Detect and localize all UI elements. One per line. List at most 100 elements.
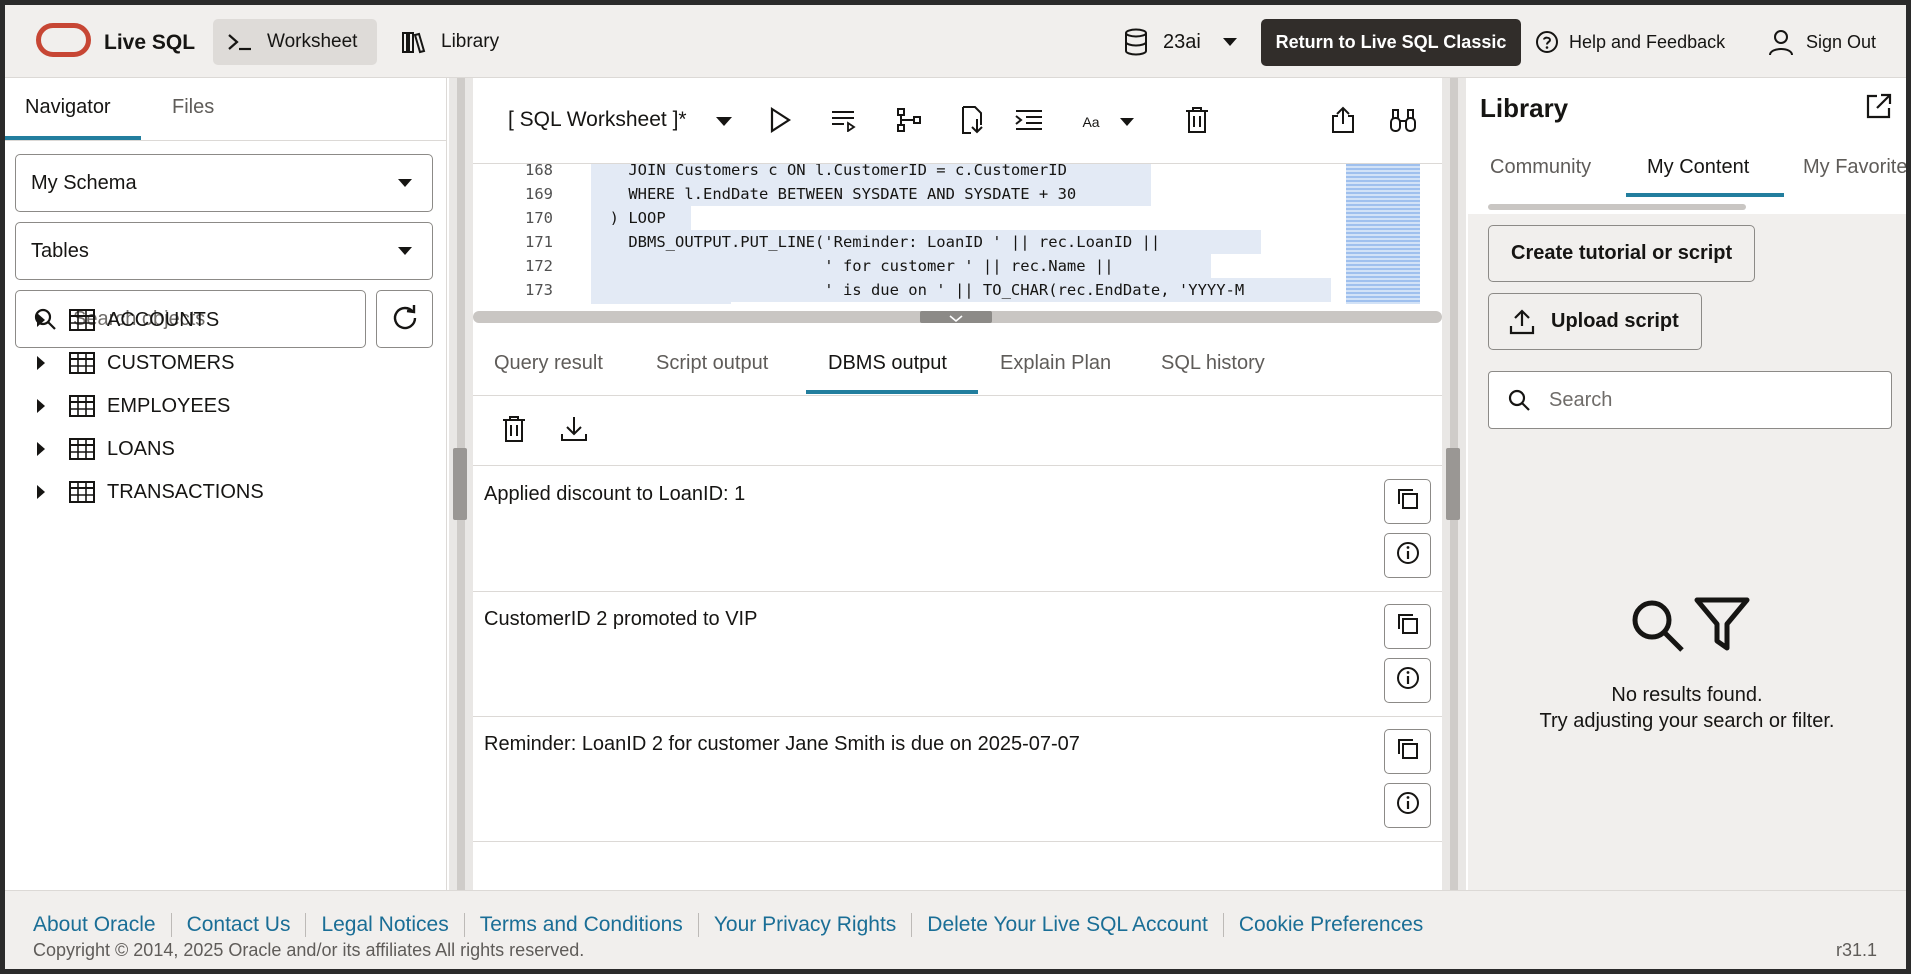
format-code-button[interactable] bbox=[1012, 105, 1046, 139]
output-message[interactable]: CustomerID 2 promoted to VIP bbox=[484, 608, 757, 631]
help-feedback-button[interactable]: Help and Feedback bbox=[1521, 19, 1747, 65]
database-icon bbox=[1123, 28, 1149, 56]
oracle-logo[interactable] bbox=[36, 23, 91, 57]
external-link-icon[interactable] bbox=[1865, 92, 1893, 125]
code-line[interactable]: 169 WHERE l.EndDate BETWEEN SYSDATE AND … bbox=[473, 182, 1433, 206]
tab-files[interactable]: Files bbox=[172, 96, 214, 119]
font-size-button[interactable]: Aa bbox=[1078, 105, 1138, 139]
tree-item-employees[interactable]: EMPLOYEES bbox=[5, 386, 445, 426]
worksheet-title[interactable]: [ SQL Worksheet ]* bbox=[508, 108, 687, 132]
db-version-selector[interactable]: 23ai bbox=[1109, 19, 1251, 65]
output-message[interactable]: Reminder: LoanID 2 for customer Jane Smi… bbox=[484, 733, 1080, 756]
share-button[interactable] bbox=[1326, 105, 1360, 139]
code-line[interactable]: 171 DBMS_OUTPUT.PUT_LINE('Reminder: Loan… bbox=[473, 230, 1433, 254]
code-line[interactable]: 173 ' is due on ' || TO_CHAR(rec.EndDate… bbox=[473, 278, 1433, 302]
tree-item-transactions[interactable]: TRANSACTIONS bbox=[5, 472, 445, 512]
tab-script-output[interactable]: Script output bbox=[656, 352, 768, 375]
navigator-panel: Navigator Files My Schema Tables Search … bbox=[5, 78, 447, 890]
line-number: 170 bbox=[525, 209, 553, 227]
indent-icon bbox=[1014, 108, 1044, 137]
help-feedback-label: Help and Feedback bbox=[1569, 31, 1726, 52]
footer-link-delete-your-live-sql-account[interactable]: Delete Your Live SQL Account bbox=[911, 913, 1223, 937]
splitter-handle[interactable] bbox=[453, 448, 467, 520]
run-script-button[interactable] bbox=[827, 105, 861, 139]
autotrace-button[interactable] bbox=[955, 105, 989, 139]
info-button[interactable] bbox=[1384, 783, 1431, 828]
tab-explain-plan[interactable]: Explain Plan bbox=[1000, 352, 1111, 375]
worksheet-nav-button[interactable]: Worksheet bbox=[213, 19, 377, 65]
code-line[interactable]: 172 ' for customer ' || rec.Name || bbox=[473, 254, 1433, 278]
run-statement-button[interactable] bbox=[763, 105, 797, 139]
code-line[interactable]: 174 END LOOP; bbox=[473, 302, 1433, 304]
library-nav-button[interactable]: Library bbox=[387, 19, 527, 65]
code-line[interactable]: 170 ) LOOP bbox=[473, 206, 1433, 230]
help-icon bbox=[1535, 30, 1559, 54]
brand-name[interactable]: Live SQL bbox=[104, 31, 195, 55]
tab-sql-history[interactable]: SQL history bbox=[1161, 352, 1265, 375]
active-tab-indicator bbox=[806, 390, 978, 394]
info-icon bbox=[1396, 541, 1420, 570]
left-splitter[interactable] bbox=[449, 78, 473, 890]
code-line[interactable]: 168 JOIN Customers c ON l.CustomerID = c… bbox=[473, 164, 1433, 182]
library-search-input[interactable]: Search bbox=[1488, 371, 1892, 429]
expand-caret-icon[interactable] bbox=[37, 442, 45, 456]
chevron-down-icon bbox=[1119, 118, 1134, 126]
footer-link-about-oracle[interactable]: About Oracle bbox=[28, 913, 171, 937]
expand-caret-icon[interactable] bbox=[37, 313, 45, 327]
splitter-handle[interactable] bbox=[1446, 448, 1460, 520]
download-output-button[interactable] bbox=[557, 414, 591, 448]
tab-divider bbox=[5, 140, 447, 141]
output-message[interactable]: Applied discount to LoanID: 1 bbox=[484, 483, 745, 506]
editor-resize-bar[interactable] bbox=[473, 311, 1442, 323]
sql-editor[interactable]: 168 JOIN Customers c ON l.CustomerID = c… bbox=[473, 164, 1433, 304]
copy-button[interactable] bbox=[1384, 729, 1431, 774]
tab-my-favorites[interactable]: My Favorites bbox=[1803, 156, 1906, 179]
copy-button[interactable] bbox=[1384, 479, 1431, 524]
clear-output-button[interactable] bbox=[497, 414, 531, 448]
footer-link-legal-notices[interactable]: Legal Notices bbox=[305, 913, 463, 937]
output-row: CustomerID 2 promoted to VIP bbox=[473, 592, 1442, 717]
tree-item-loans[interactable]: LOANS bbox=[5, 429, 445, 469]
tab-query-result[interactable]: Query result bbox=[494, 352, 603, 375]
upload-script-button[interactable]: Upload script bbox=[1488, 293, 1702, 350]
footer-link-cookie-preferences[interactable]: Cookie Preferences bbox=[1222, 913, 1438, 937]
editor-minimap[interactable] bbox=[1346, 164, 1420, 304]
chevron-down-icon[interactable] bbox=[716, 117, 732, 126]
footer-link-terms-and-conditions[interactable]: Terms and Conditions bbox=[463, 913, 698, 937]
active-tab-indicator bbox=[1626, 193, 1784, 197]
footer-link-contact-us[interactable]: Contact Us bbox=[170, 913, 306, 937]
explain-plan-button[interactable] bbox=[892, 105, 926, 139]
tree-item-customers[interactable]: CUSTOMERS bbox=[5, 343, 445, 383]
tree-item-accounts[interactable]: ACCOUNTS bbox=[5, 300, 445, 340]
right-splitter[interactable] bbox=[1442, 78, 1466, 890]
return-classic-button[interactable]: Return to Live SQL Classic bbox=[1261, 19, 1521, 66]
run-script-icon bbox=[830, 108, 858, 137]
line-number: 172 bbox=[525, 257, 553, 275]
info-button[interactable] bbox=[1384, 533, 1431, 578]
expand-caret-icon[interactable] bbox=[37, 356, 45, 370]
info-button[interactable] bbox=[1384, 658, 1431, 703]
footer-link-your-privacy-rights[interactable]: Your Privacy Rights bbox=[697, 913, 911, 937]
upload-script-label: Upload script bbox=[1551, 310, 1679, 332]
expand-caret-icon[interactable] bbox=[37, 399, 45, 413]
schema-select[interactable]: My Schema bbox=[15, 154, 433, 212]
find-button[interactable] bbox=[1386, 105, 1420, 139]
scrollbar-thumb[interactable] bbox=[1488, 204, 1746, 210]
resize-grip[interactable] bbox=[920, 311, 992, 323]
tab-community[interactable]: Community bbox=[1490, 156, 1591, 179]
copy-button[interactable] bbox=[1384, 604, 1431, 649]
expand-caret-icon[interactable] bbox=[37, 485, 45, 499]
copy-icon bbox=[1396, 612, 1420, 641]
tab-dbms-output[interactable]: DBMS output bbox=[828, 352, 947, 375]
tabs-scrollbar[interactable] bbox=[1480, 202, 1894, 212]
empty-state-title: No results found. bbox=[1611, 684, 1763, 706]
clear-worksheet-button[interactable] bbox=[1180, 105, 1214, 139]
tab-my-content[interactable]: My Content bbox=[1647, 156, 1749, 179]
table-icon bbox=[69, 395, 95, 423]
create-tutorial-button[interactable]: Create tutorial or script bbox=[1488, 225, 1756, 282]
sign-out-button[interactable]: Sign Out bbox=[1754, 19, 1906, 65]
tab-navigator[interactable]: Navigator bbox=[25, 96, 111, 119]
tree-item-label: TRANSACTIONS bbox=[107, 481, 264, 503]
object-type-value: Tables bbox=[31, 239, 89, 262]
object-type-select[interactable]: Tables bbox=[15, 222, 433, 280]
